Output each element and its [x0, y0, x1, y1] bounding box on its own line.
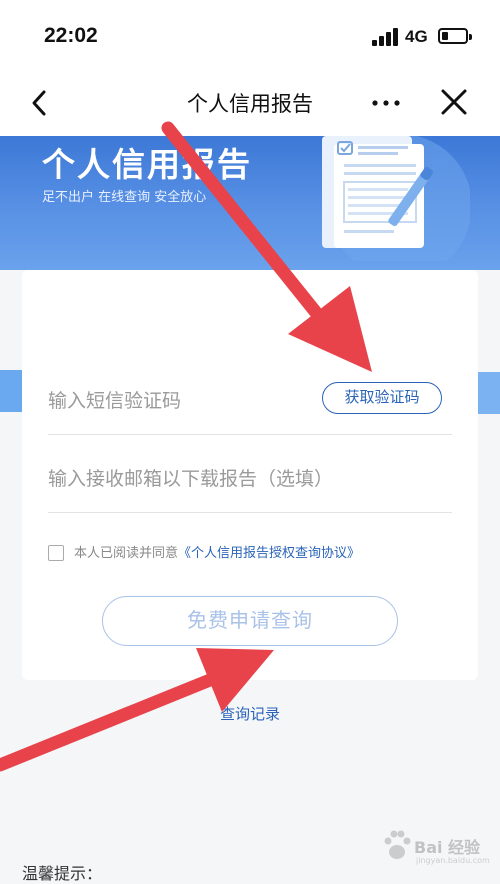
- watermark-url: jingyan.baidu.com: [416, 856, 490, 865]
- banner-title: 个人信用报告: [42, 145, 252, 184]
- page-title: 个人信用报告: [187, 92, 313, 116]
- status-time: 22:02: [44, 24, 98, 47]
- query-form-card: 输入短信验证码 获取验证码 输入接收邮箱以下载报告（选填） 本人已阅读并同意《个…: [22, 270, 478, 680]
- baidu-watermark: Bai 经验 jingyan.baidu.com: [382, 822, 492, 872]
- agree-text: 本人已阅读并同意: [74, 546, 179, 561]
- close-icon: [441, 89, 467, 115]
- more-button[interactable]: [368, 88, 404, 118]
- agreement-row: 本人已阅读并同意《个人信用报告授权查询协议》: [48, 542, 360, 561]
- tip-title: 温馨提示：: [22, 864, 103, 883]
- query-records-link[interactable]: 查询记录: [0, 703, 500, 724]
- more-dots-icon: [372, 100, 400, 106]
- sms-code-input[interactable]: 输入短信验证码: [48, 386, 181, 413]
- document-illustration-icon: [322, 136, 470, 261]
- battery-icon: [438, 28, 472, 44]
- email-field[interactable]: 输入接收邮箱以下载报告（选填）: [48, 438, 452, 513]
- decor-strip-right: [478, 372, 500, 414]
- decor-strip-left: [0, 370, 22, 412]
- banner-subtitle: 足不出户 在线查询 安全放心: [42, 190, 207, 205]
- network-type: 4G: [405, 27, 428, 46]
- agreement-link[interactable]: 《个人信用报告授权查询协议》: [178, 546, 360, 561]
- nav-bar: 个人信用报告: [0, 78, 500, 136]
- email-input[interactable]: 输入接收邮箱以下载报告（选填）: [48, 464, 333, 491]
- hero-banner: 个人信用报告 足不出户 在线查询 安全放心: [0, 136, 500, 270]
- status-bar: 22:02 4G: [0, 0, 500, 78]
- submit-query-button[interactable]: 免费申请查询: [102, 596, 398, 646]
- signal-icon: [372, 28, 400, 46]
- watermark-text: Bai 经验: [414, 838, 481, 857]
- paw-logo-icon: [384, 830, 411, 859]
- get-code-button[interactable]: 获取验证码: [322, 382, 442, 414]
- close-button[interactable]: [438, 86, 470, 118]
- agree-checkbox[interactable]: [48, 545, 64, 561]
